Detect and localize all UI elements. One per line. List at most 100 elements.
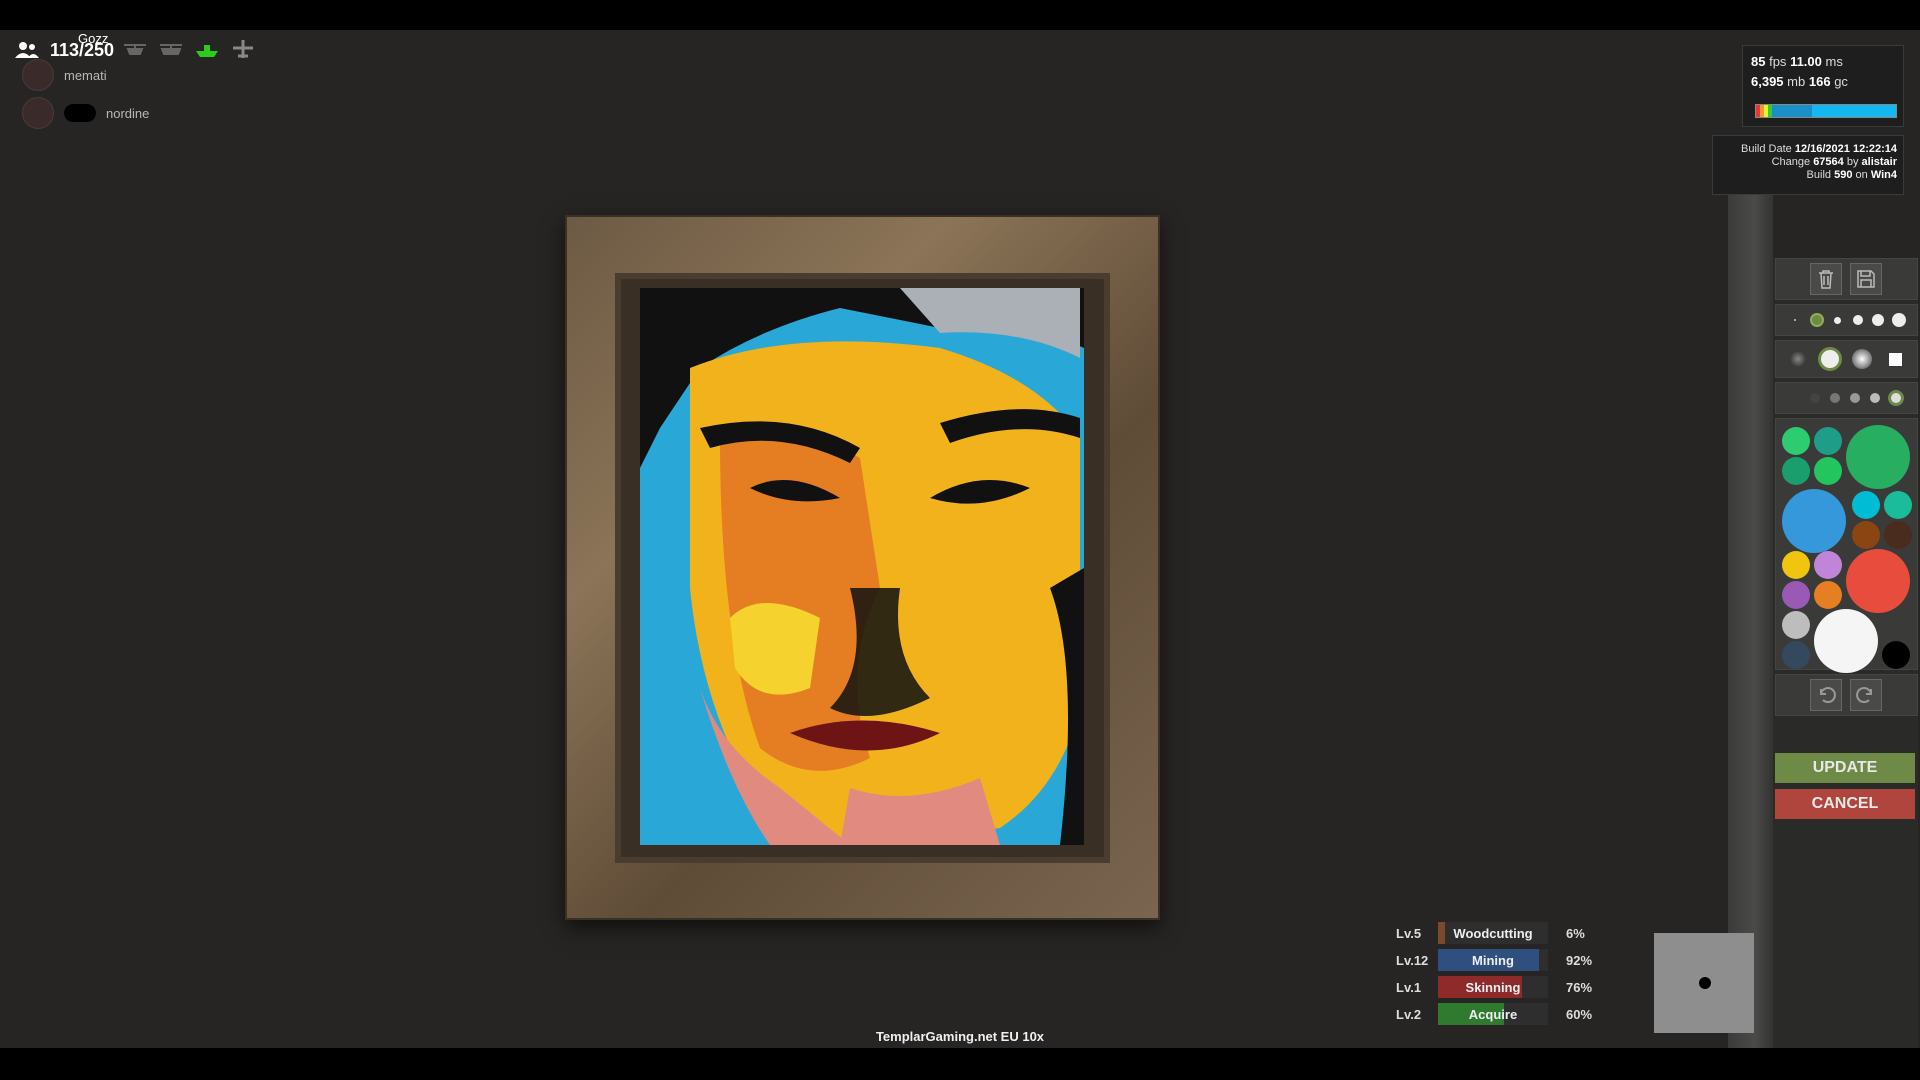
background-wall-edge (1728, 195, 1773, 1048)
color-swatch[interactable] (1782, 551, 1810, 579)
opacity-option[interactable] (1850, 393, 1860, 403)
brush-size-row (1775, 304, 1918, 336)
save-icon[interactable] (1850, 263, 1882, 295)
update-button[interactable]: UPDATE (1775, 753, 1915, 783)
avatar (22, 97, 54, 129)
skill-level: Lv.12 (1396, 953, 1429, 968)
brush-size-option[interactable] (1810, 313, 1824, 327)
color-swatch[interactable] (1814, 609, 1878, 673)
skill-name: Woodcutting (1453, 926, 1533, 941)
color-swatch[interactable] (1846, 549, 1910, 613)
server-name: TemplarGaming.net EU 10x (875, 1029, 1045, 1044)
color-swatch[interactable] (1814, 457, 1842, 485)
skill-row: Lv.2 Acquire 60% (1390, 1003, 1600, 1025)
color-swatch[interactable] (1814, 551, 1842, 579)
by-label: by (1846, 156, 1859, 168)
team-member: memati (22, 59, 107, 91)
gc-value: 166 (1808, 74, 1831, 89)
performance-stats: 85 fps 11.00 ms 6,395 mb 166 gc (1742, 45, 1904, 127)
paint-tool-panel (1773, 258, 1918, 1048)
square-brush-option[interactable] (1889, 353, 1902, 366)
letterbox-bottom (0, 1048, 1920, 1080)
skill-levels: Lv.5 Woodcutting 6% Lv.12 Mining 92% Lv.… (1390, 922, 1600, 1032)
boat-icon (196, 45, 218, 57)
skill-percent: 60% (1566, 1007, 1593, 1022)
brush-preview (1654, 933, 1754, 1033)
history-actions (1775, 674, 1918, 716)
soft-brush-option[interactable] (1790, 351, 1806, 367)
gc-unit: gc (1834, 74, 1848, 89)
build-info: Build Date 12/16/2021 12:22:14 Change 67… (1712, 135, 1904, 195)
build-author: alistair (1861, 156, 1897, 168)
skill-name: Acquire (1468, 1007, 1518, 1022)
cancel-button[interactable]: CANCEL (1775, 789, 1915, 819)
skill-percent: 76% (1566, 980, 1593, 995)
color-swatch[interactable] (1814, 581, 1842, 609)
skill-row: Lv.12 Mining 92% (1390, 949, 1600, 971)
painting-canvas[interactable] (640, 288, 1084, 845)
opacity-option[interactable] (1830, 393, 1840, 403)
build-date-label: Build Date (1741, 143, 1792, 155)
skill-row: Lv.1 Skinning 76% (1390, 976, 1600, 998)
letterbox-top (0, 0, 1920, 30)
opacity-option[interactable] (1870, 393, 1880, 403)
undo-icon[interactable] (1810, 679, 1842, 711)
color-swatch[interactable] (1852, 491, 1880, 519)
trash-icon[interactable] (1810, 263, 1842, 295)
color-swatch[interactable] (1782, 581, 1810, 609)
on-label: on (1855, 169, 1868, 181)
round-brush-option[interactable] (1818, 347, 1842, 371)
skill-level: Lv.2 (1396, 1007, 1422, 1022)
change-label: Change (1771, 156, 1811, 168)
players-icon (15, 42, 39, 58)
ms-unit: ms (1825, 54, 1843, 69)
color-swatch[interactable] (1882, 641, 1910, 669)
team-member: nordine (22, 97, 150, 129)
vehicle-icons (122, 39, 256, 59)
player-count: 113/250 (50, 40, 115, 60)
opacity-option[interactable] (1888, 390, 1904, 406)
brush-size-option[interactable] (1872, 314, 1884, 326)
brush-size-option[interactable] (1794, 319, 1796, 321)
skill-percent: 6% (1566, 926, 1585, 941)
frame-time-bar (1755, 104, 1897, 118)
brush-size-option[interactable] (1834, 317, 1841, 324)
color-swatch[interactable] (1884, 491, 1912, 519)
build-label: Build (1806, 169, 1832, 181)
fps-unit: fps (1769, 54, 1787, 69)
color-swatch[interactable] (1782, 641, 1810, 669)
feather-brush-option[interactable] (1852, 349, 1872, 369)
brush-size-option[interactable] (1853, 315, 1863, 325)
minicopter-icon (124, 44, 146, 55)
team-member-name: nordine (106, 105, 150, 121)
brush-preview-dot (1699, 977, 1711, 989)
color-swatch[interactable] (1846, 425, 1910, 489)
plane-icon (233, 40, 253, 58)
team-member-name: memati (64, 67, 107, 83)
brush-shape-row (1775, 340, 1918, 378)
redacted-mark (64, 104, 96, 122)
color-swatch[interactable] (1782, 427, 1810, 455)
build-date: 12/16/2021 12:22:14 (1794, 143, 1897, 155)
memory-value: 6,395 (1751, 74, 1784, 89)
color-swatch[interactable] (1814, 427, 1842, 455)
skill-level: Lv.5 (1396, 926, 1422, 941)
opacity-option[interactable] (1810, 393, 1820, 403)
color-swatch[interactable] (1782, 611, 1810, 639)
color-swatch[interactable] (1782, 457, 1810, 485)
skill-percent: 92% (1566, 953, 1593, 968)
file-actions (1775, 258, 1918, 300)
build-platform: Win4 (1870, 169, 1897, 181)
skill-level: Lv.1 (1396, 980, 1422, 995)
skill-name: Skinning (1465, 980, 1521, 995)
brush-size-option[interactable] (1892, 313, 1906, 327)
redo-icon[interactable] (1850, 679, 1882, 711)
change-number: 67564 (1813, 156, 1844, 168)
color-swatch[interactable] (1852, 521, 1880, 549)
build-number: 590 (1834, 169, 1853, 181)
color-swatch[interactable] (1884, 521, 1912, 549)
color-swatch[interactable] (1782, 489, 1846, 553)
fps-value: 85 (1751, 54, 1766, 69)
avatar (22, 59, 54, 91)
color-palette (1775, 418, 1918, 673)
